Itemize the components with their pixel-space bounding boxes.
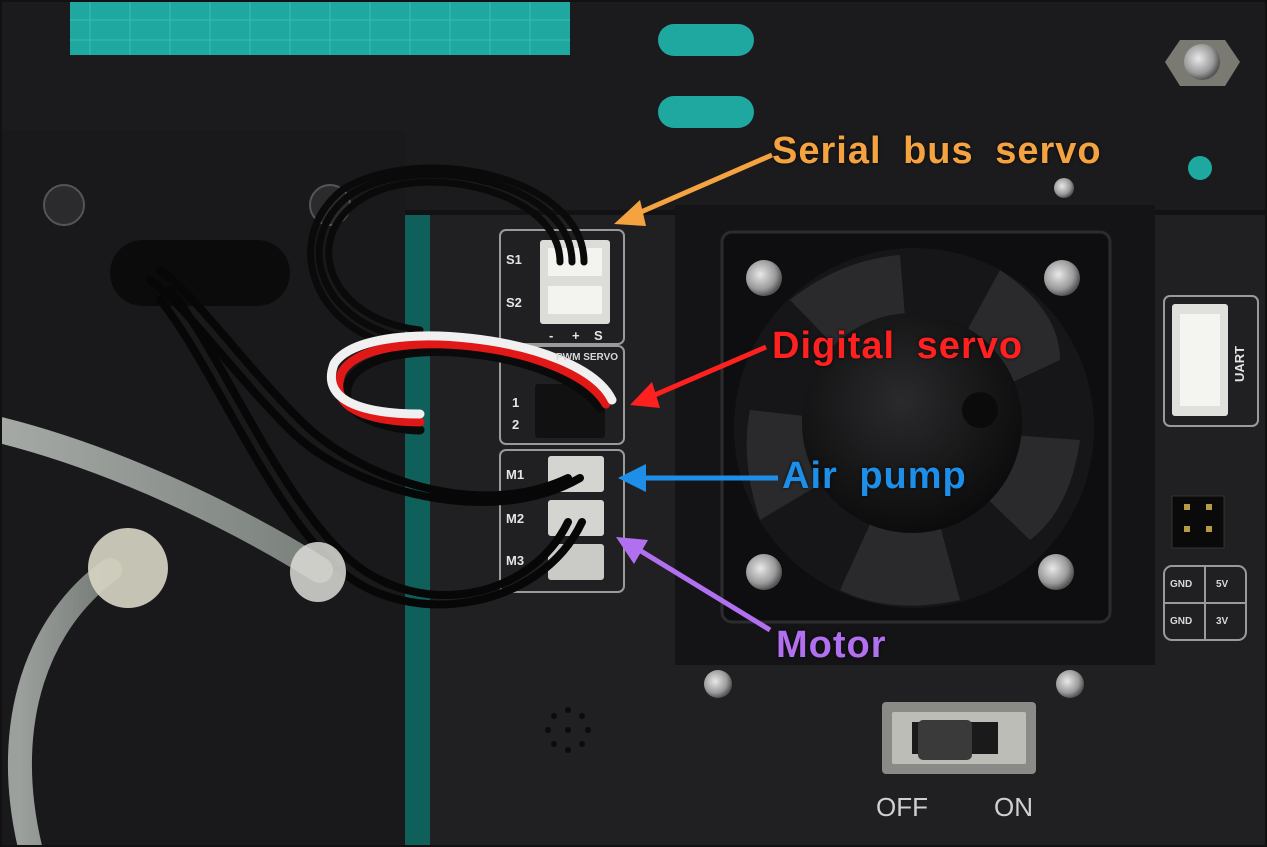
hole-small	[1188, 156, 1212, 180]
screw-bottom-2	[1056, 670, 1084, 698]
left-panel-slot	[110, 240, 290, 306]
slot-1	[658, 24, 754, 56]
label-gnd-2: GND	[1170, 616, 1193, 627]
screw-left-1	[43, 184, 85, 226]
fan-screw-br	[1038, 554, 1074, 590]
label-m2: M2	[506, 511, 525, 526]
teal-mat-top	[70, 0, 570, 55]
screw-top-small	[1054, 178, 1074, 198]
fan-screw-tr	[1044, 260, 1080, 296]
fan-screw-tl	[746, 260, 782, 296]
header-pins	[1171, 495, 1225, 549]
fan-screw-bl	[746, 554, 782, 590]
slot-2	[658, 96, 754, 128]
teal-mat-strip	[405, 215, 433, 845]
tube-connector	[290, 542, 346, 602]
photo-scene: S1 S2 - + S PWM SERVO 1 2 M1 M2 M3 UART …	[0, 0, 1267, 847]
label-m1: M1	[506, 467, 525, 482]
label-pin-minus: -	[549, 328, 554, 343]
switch-knob	[918, 720, 972, 760]
switch-label-off: OFF	[876, 792, 928, 822]
callout-motor: Motor	[776, 624, 887, 666]
tube-fitting	[88, 528, 168, 608]
label-3v: 3V	[1216, 616, 1229, 627]
label-uart: UART	[1232, 345, 1247, 382]
label-pwm-1: 1	[512, 395, 520, 410]
label-s2: S2	[506, 295, 522, 310]
robot-control-board-photo	[0, 0, 1267, 847]
switch-label-on: ON	[994, 792, 1033, 822]
label-pin-plus: +	[572, 328, 580, 343]
label-m3: M3	[506, 553, 525, 568]
label-pin-s: S	[594, 328, 603, 343]
callout-digital-servo: Digital servo	[772, 325, 1024, 367]
left-panel	[0, 130, 405, 847]
label-5v: 5V	[1216, 579, 1229, 590]
label-gnd-1: GND	[1170, 579, 1193, 590]
callout-serial-bus-servo: Serial bus servo	[772, 130, 1102, 172]
hex-nut	[1165, 40, 1240, 86]
label-s1: S1	[506, 252, 522, 267]
label-pwm-servo: PWM SERVO	[556, 352, 619, 363]
callout-air-pump: Air pump	[782, 455, 967, 497]
label-pwm-2: 2	[512, 417, 520, 432]
screw-bottom-1	[704, 670, 732, 698]
